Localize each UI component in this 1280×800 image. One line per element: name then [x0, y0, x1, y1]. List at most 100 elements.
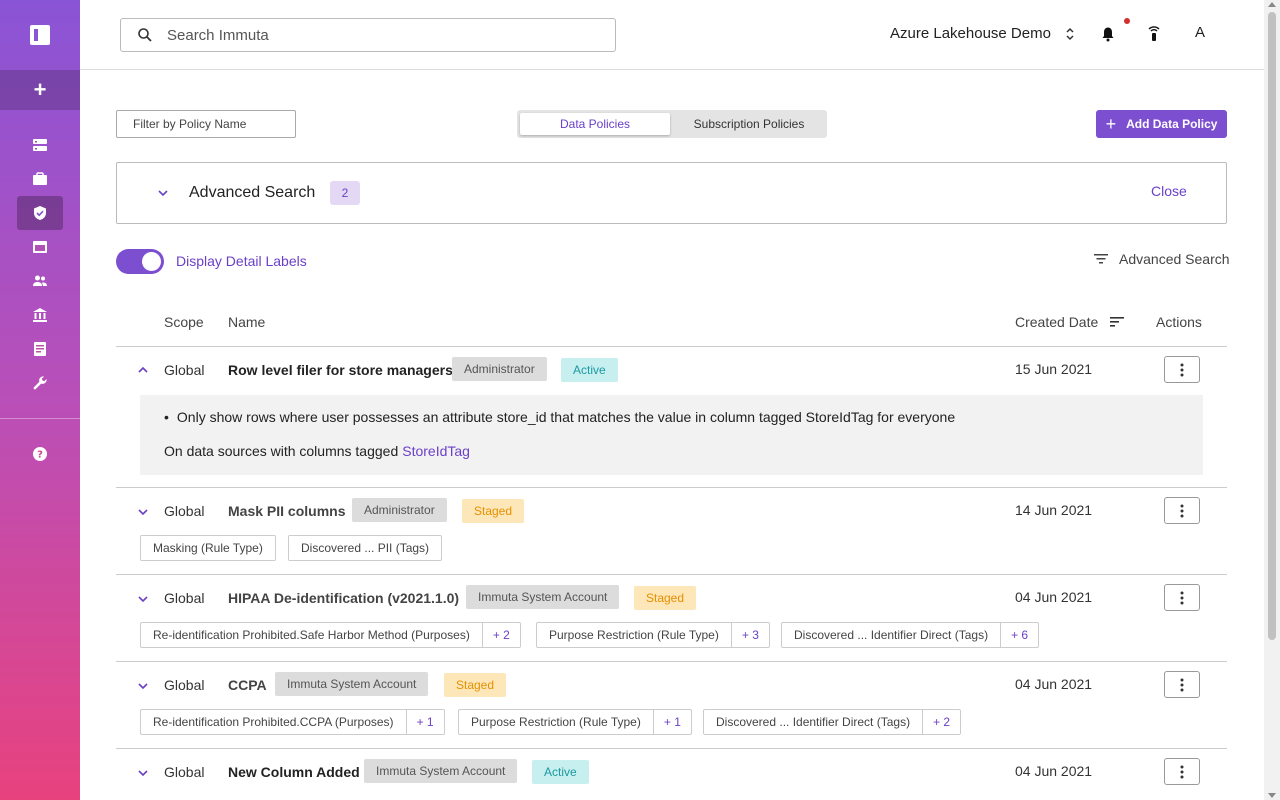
status-badge: Staged: [634, 586, 697, 610]
notifications-button[interactable]: [1098, 24, 1118, 44]
chip-more-count[interactable]: + 3: [730, 623, 769, 647]
chevron-down-icon[interactable]: [157, 187, 169, 199]
search-box[interactable]: [120, 18, 616, 52]
plus-icon: +: [1105, 114, 1117, 134]
chip-label: Masking (Rule Type): [153, 541, 263, 555]
more-vertical-icon: [1180, 591, 1184, 604]
row-name[interactable]: Row level filer for store managers: [228, 362, 453, 378]
top-bar: Azure Lakehouse Demo A: [80, 0, 1264, 70]
detail-chip: Discovered ... PII (Tags): [288, 535, 443, 561]
scroll-up-arrow-icon[interactable]: [1268, 2, 1276, 7]
scrollbar[interactable]: [1264, 0, 1280, 800]
detail-chip: Discovered ... Identifier Direct (Tags) +…: [703, 709, 962, 735]
search-icon: [138, 28, 152, 42]
row-actions-button[interactable]: [1164, 758, 1200, 785]
chevron-down-icon[interactable]: [136, 680, 150, 692]
sidebar-item-audit[interactable]: [17, 334, 63, 364]
chevron-down-icon[interactable]: [136, 593, 150, 605]
add-data-policy-label: Add Data Policy: [1126, 117, 1218, 131]
row-name[interactable]: HIPAA De-identification (v2021.1.0): [228, 590, 459, 606]
shield-check-icon: [34, 206, 46, 220]
tenant-switcher[interactable]: Azure Lakehouse Demo: [890, 25, 1075, 42]
filter-icon: [1094, 254, 1108, 264]
datasource-tag-link[interactable]: StoreIdTag: [402, 443, 470, 459]
sidebar-item-settings[interactable]: [17, 368, 63, 398]
sidebar-item-projects[interactable]: [17, 164, 63, 194]
logo[interactable]: [0, 0, 80, 70]
detail-chip: Purpose Restriction (Rule Type) + 3: [536, 622, 770, 648]
browser-window-icon: [33, 241, 47, 253]
row-date: 14 Jun 2021: [1015, 502, 1093, 518]
sidebar-item-queries[interactable]: [17, 232, 63, 262]
row-actions-button[interactable]: [1164, 584, 1200, 611]
header-created-date[interactable]: Created Date: [1015, 314, 1098, 330]
scrollbar-thumb[interactable]: [1268, 12, 1276, 640]
chevron-down-icon[interactable]: [136, 506, 150, 518]
author-badge: Immuta System Account: [364, 759, 518, 783]
bell-icon: [1102, 27, 1114, 42]
sort-icon[interactable]: [1110, 316, 1124, 328]
row-name[interactable]: New Column Added: [228, 764, 360, 780]
chip-more-count[interactable]: + 2: [481, 623, 520, 647]
tab-subscription-policies[interactable]: Subscription Policies: [673, 113, 825, 135]
more-vertical-icon: [1180, 363, 1184, 376]
row-divider: [116, 661, 1227, 662]
policy-type-switch: Data Policies Subscription Policies: [517, 110, 827, 138]
bank-icon: [33, 308, 47, 322]
row-actions-button[interactable]: [1164, 497, 1200, 524]
chevron-up-icon[interactable]: [136, 364, 150, 376]
policy-datasources: On data sources with columns tagged Store…: [164, 443, 470, 459]
author-badge: Administrator: [352, 498, 447, 522]
chevron-down-icon[interactable]: [136, 767, 150, 779]
sidebar-item-policies[interactable]: [17, 196, 63, 230]
sidebar-item-governance[interactable]: [17, 300, 63, 330]
chip-more-count[interactable]: + 1: [652, 710, 691, 734]
wrench-icon: [33, 376, 47, 390]
sidebar-item-data-sources[interactable]: [17, 130, 63, 160]
advanced-search-button[interactable]: Advanced Search: [1093, 251, 1230, 267]
author-badge: Immuta System Account: [275, 672, 429, 696]
search-input[interactable]: [167, 26, 567, 44]
display-detail-labels-toggle[interactable]: [116, 249, 164, 274]
more-vertical-icon: [1180, 765, 1184, 778]
row-scope: Global: [164, 362, 205, 378]
header-scope: Scope: [164, 314, 204, 330]
advanced-search-count-badge: 2: [330, 181, 360, 205]
connection-button[interactable]: [1144, 24, 1164, 44]
row-actions-button[interactable]: [1164, 356, 1200, 383]
unfold-icon: [1065, 26, 1075, 42]
scroll-down-arrow-icon[interactable]: [1268, 793, 1276, 798]
sidebar-item-people[interactable]: [17, 266, 63, 296]
row-date: 04 Jun 2021: [1015, 763, 1093, 779]
toggle-knob: [142, 252, 161, 271]
status-badge: Staged: [462, 499, 525, 523]
remote-icon: [1148, 26, 1160, 41]
datasources-prefix: On data sources with columns tagged: [164, 443, 399, 459]
display-detail-labels-label[interactable]: Display Detail Labels: [176, 253, 307, 269]
policy-rule-text: Only show rows where user possesses an a…: [164, 409, 955, 425]
logo-icon: [30, 25, 50, 45]
advanced-search-close-button[interactable]: Close: [1151, 183, 1187, 199]
chip-label: Discovered ... PII (Tags): [301, 541, 430, 555]
create-button[interactable]: +: [0, 70, 80, 110]
row-scope: Global: [164, 503, 205, 519]
row-name[interactable]: Mask PII columns: [228, 503, 345, 519]
filter-policy-input[interactable]: [116, 110, 296, 138]
detail-chip: Re-identification Prohibited.Safe Harbor…: [140, 622, 521, 648]
chip-label: Discovered ... Identifier Direct (Tags): [794, 628, 989, 642]
advanced-search-panel: Advanced Search 2 Close: [116, 162, 1227, 224]
chip-more-count[interactable]: + 6: [1000, 623, 1038, 647]
chip-more-count[interactable]: + 1: [405, 710, 444, 734]
row-name[interactable]: CCPA: [228, 677, 267, 693]
sidebar-item-help[interactable]: ?: [17, 439, 63, 469]
avatar[interactable]: A: [1190, 24, 1210, 44]
author-badge: Immuta System Account: [466, 585, 620, 609]
tab-data-policies[interactable]: Data Policies: [520, 113, 670, 135]
chip-more-count[interactable]: + 2: [922, 710, 960, 734]
chip-label: Discovered ... Identifier Direct (Tags): [716, 715, 911, 729]
detail-chip: Discovered ... Identifier Direct (Tags) +…: [781, 622, 1040, 648]
advanced-search-link-label: Advanced Search: [1119, 251, 1230, 267]
add-data-policy-button[interactable]: + Add Data Policy: [1096, 110, 1227, 138]
row-actions-button[interactable]: [1164, 671, 1200, 698]
tenant-name: Azure Lakehouse Demo: [890, 25, 1051, 42]
